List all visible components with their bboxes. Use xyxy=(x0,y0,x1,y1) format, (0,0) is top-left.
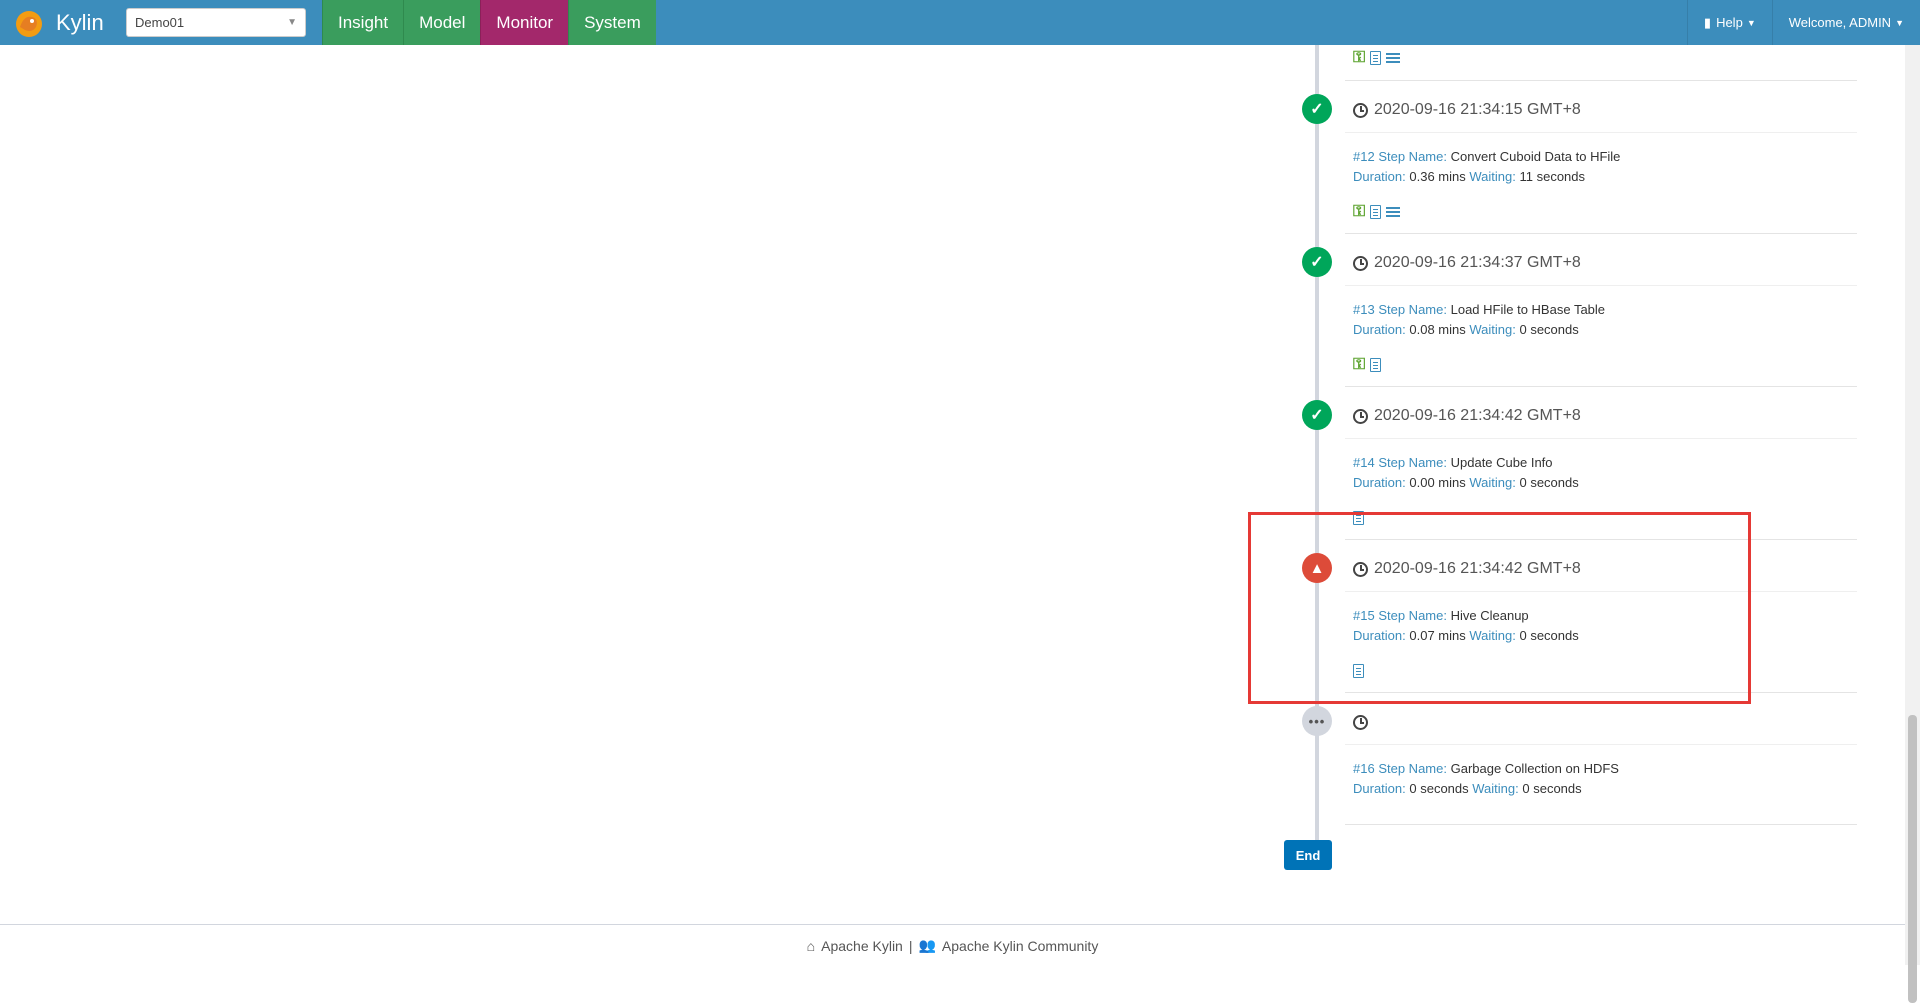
chevron-down-icon: ▼ xyxy=(287,17,297,28)
success-check-icon: ✓ xyxy=(1302,247,1332,277)
step-number: #14 xyxy=(1353,455,1375,470)
brand[interactable]: Kylin xyxy=(0,0,110,45)
caret-down-icon: ▼ xyxy=(1746,17,1756,28)
timeline-step-11-partial: ⚿ xyxy=(1345,45,1857,81)
step-name-label: Step Name: xyxy=(1378,302,1447,317)
scrollbar-thumb[interactable] xyxy=(1908,715,1917,1003)
footer-link-community[interactable]: Apache Kylin Community xyxy=(942,938,1098,954)
log-icon[interactable] xyxy=(1370,205,1382,219)
footer: ⌂ Apache Kylin | 👥 Apache Kylin Communit… xyxy=(0,924,1905,966)
scrollbar[interactable] xyxy=(1905,45,1920,1003)
step-name: Garbage Collection on HDFS xyxy=(1450,761,1619,776)
book-icon: ▮ xyxy=(1703,14,1712,30)
end-button[interactable]: End xyxy=(1284,840,1332,870)
step-waiting: 0 seconds xyxy=(1522,781,1582,796)
tab-model[interactable]: Model xyxy=(403,0,481,45)
waiting-label: Waiting: xyxy=(1469,475,1516,490)
key-icon[interactable]: ⚿ xyxy=(1353,356,1365,374)
step-time: 2020-09-16 21:34:37 GMT+8 xyxy=(1374,254,1581,271)
duration-label: Duration: xyxy=(1353,781,1406,796)
step-name-label: Step Name: xyxy=(1378,149,1447,164)
footer-link-apache-kylin[interactable]: Apache Kylin xyxy=(821,938,903,954)
step-number: #16 xyxy=(1353,761,1375,776)
duration-label: Duration: xyxy=(1353,475,1406,490)
step-waiting: 0 seconds xyxy=(1519,475,1579,490)
key-icon[interactable]: ⚿ xyxy=(1353,49,1365,67)
kylin-logo-icon xyxy=(16,10,42,37)
project-selected-value: Demo01 xyxy=(135,15,185,30)
step-waiting: 11 seconds xyxy=(1519,169,1586,184)
clock-icon xyxy=(1353,408,1368,424)
step-name: Load HFile to HBase Table xyxy=(1450,302,1606,317)
waiting-label: Waiting: xyxy=(1469,169,1516,184)
app-name: Kylin xyxy=(56,9,104,35)
top-navbar: Kylin Demo01 ▼ Insight Model Monitor Sys… xyxy=(0,0,1920,45)
step-name: Update Cube Info xyxy=(1450,455,1553,470)
step-name-label: Step Name: xyxy=(1378,455,1447,470)
tab-monitor[interactable]: Monitor xyxy=(480,0,569,45)
user-menu[interactable]: Welcome, ADMIN ▼ xyxy=(1771,0,1920,45)
users-icon: 👥 xyxy=(918,937,936,953)
clock-icon xyxy=(1353,102,1368,118)
step-waiting: 0 seconds xyxy=(1519,322,1579,337)
clock-icon xyxy=(1353,255,1368,271)
step-duration: 0.08 mins xyxy=(1409,322,1466,337)
help-menu[interactable]: ▮ Help ▼ xyxy=(1686,0,1772,45)
timeline-step-16: #16 Step Name: Garbage Collection on HDF… xyxy=(1345,700,1857,825)
log-icon[interactable] xyxy=(1370,358,1382,372)
step-name-label: Step Name: xyxy=(1378,761,1447,776)
waiting-label: Waiting: xyxy=(1469,322,1516,337)
step-number: #13 xyxy=(1353,302,1375,317)
success-check-icon: ✓ xyxy=(1302,94,1332,124)
duration-label: Duration: xyxy=(1353,322,1406,337)
home-icon: ⌂ xyxy=(806,937,816,954)
key-icon[interactable]: ⚿ xyxy=(1353,203,1365,221)
tab-insight[interactable]: Insight xyxy=(322,0,404,45)
step-number: #12 xyxy=(1353,149,1375,164)
success-check-icon: ✓ xyxy=(1302,400,1332,430)
tab-system[interactable]: System xyxy=(568,0,656,45)
caret-down-icon: ▼ xyxy=(1895,17,1904,28)
log-icon[interactable] xyxy=(1370,51,1382,65)
waiting-label: Waiting: xyxy=(1472,781,1519,796)
output-icon[interactable] xyxy=(1386,52,1401,64)
timeline-step-12: 2020-09-16 21:34:15 GMT+8 #12 Step Name:… xyxy=(1345,88,1857,234)
output-icon[interactable] xyxy=(1386,206,1401,218)
project-select[interactable]: Demo01 ▼ xyxy=(126,8,306,37)
duration-label: Duration: xyxy=(1353,169,1406,184)
help-label: Help xyxy=(1716,15,1743,30)
step-duration: 0.00 mins xyxy=(1409,475,1466,490)
timeline-step-13: 2020-09-16 21:34:37 GMT+8 #13 Step Name:… xyxy=(1345,241,1857,387)
clock-icon xyxy=(1353,714,1368,730)
step-time: 2020-09-16 21:34:15 GMT+8 xyxy=(1374,101,1581,118)
footer-separator: | xyxy=(908,937,913,954)
step-name: Convert Cuboid Data to HFile xyxy=(1450,149,1621,164)
highlight-box xyxy=(1248,512,1751,704)
step-duration: 0 seconds xyxy=(1409,781,1469,796)
welcome-label: Welcome, ADMIN xyxy=(1788,15,1892,30)
step-duration: 0.36 mins xyxy=(1409,169,1466,184)
more-dots-icon: ••• xyxy=(1302,706,1332,736)
step-time: 2020-09-16 21:34:42 GMT+8 xyxy=(1374,407,1581,424)
